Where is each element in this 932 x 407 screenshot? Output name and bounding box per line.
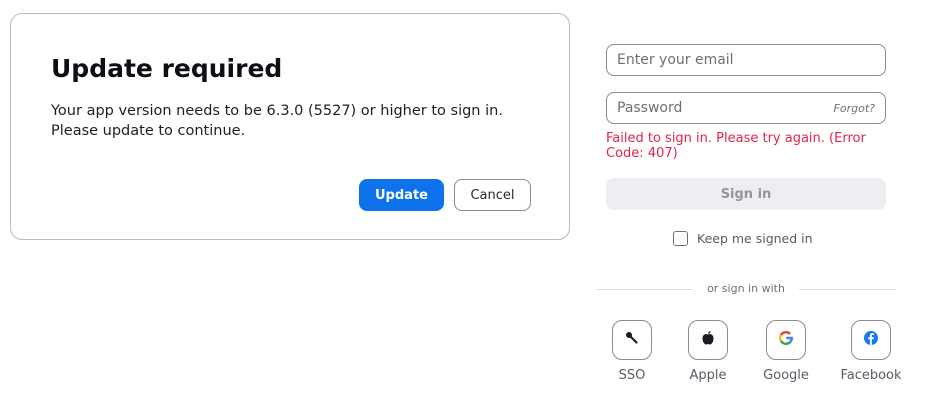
- dialog-title: Update required: [51, 54, 283, 83]
- cancel-button[interactable]: Cancel: [454, 179, 531, 211]
- keep-signed-in[interactable]: Keep me signed in: [673, 231, 813, 246]
- key-icon: [624, 330, 640, 350]
- divider-line-right: [799, 289, 896, 290]
- divider-line-left: [596, 289, 693, 290]
- update-required-dialog: Update required Your app version needs t…: [10, 13, 570, 240]
- facebook-button[interactable]: [851, 320, 891, 360]
- sso-button[interactable]: [612, 320, 652, 360]
- facebook-icon: [863, 330, 879, 350]
- keep-signed-in-checkbox[interactable]: [673, 231, 688, 246]
- google-icon: [778, 330, 794, 350]
- dialog-message: Your app version needs to be 6.3.0 (5527…: [51, 101, 531, 141]
- forgot-password-link[interactable]: Forgot?: [834, 102, 875, 115]
- apple-icon: [701, 330, 715, 350]
- apple-label: Apple: [689, 368, 727, 383]
- google-provider[interactable]: Google: [746, 320, 826, 383]
- apple-provider[interactable]: Apple: [668, 320, 748, 383]
- sso-label: SSO: [618, 368, 646, 383]
- email-field[interactable]: [606, 44, 886, 76]
- password-field[interactable]: Forgot?: [606, 92, 886, 124]
- email-input[interactable]: [617, 52, 875, 68]
- sign-in-button[interactable]: Sign in: [606, 178, 886, 210]
- sso-provider[interactable]: SSO: [592, 320, 672, 383]
- apple-button[interactable]: [688, 320, 728, 360]
- password-input[interactable]: [617, 100, 834, 116]
- keep-signed-in-label[interactable]: Keep me signed in: [697, 231, 813, 246]
- facebook-label: Facebook: [840, 368, 902, 383]
- facebook-provider[interactable]: Facebook: [831, 320, 911, 383]
- google-button[interactable]: [766, 320, 806, 360]
- dialog-message-line1: Your app version needs to be 6.3.0 (5527…: [51, 103, 503, 119]
- update-button[interactable]: Update: [359, 179, 444, 211]
- signin-error-message: Failed to sign in. Please try again. (Er…: [606, 131, 866, 161]
- divider-text: or sign in with: [707, 282, 785, 295]
- google-label: Google: [763, 368, 809, 383]
- dialog-message-line2: Please update to continue.: [51, 123, 246, 139]
